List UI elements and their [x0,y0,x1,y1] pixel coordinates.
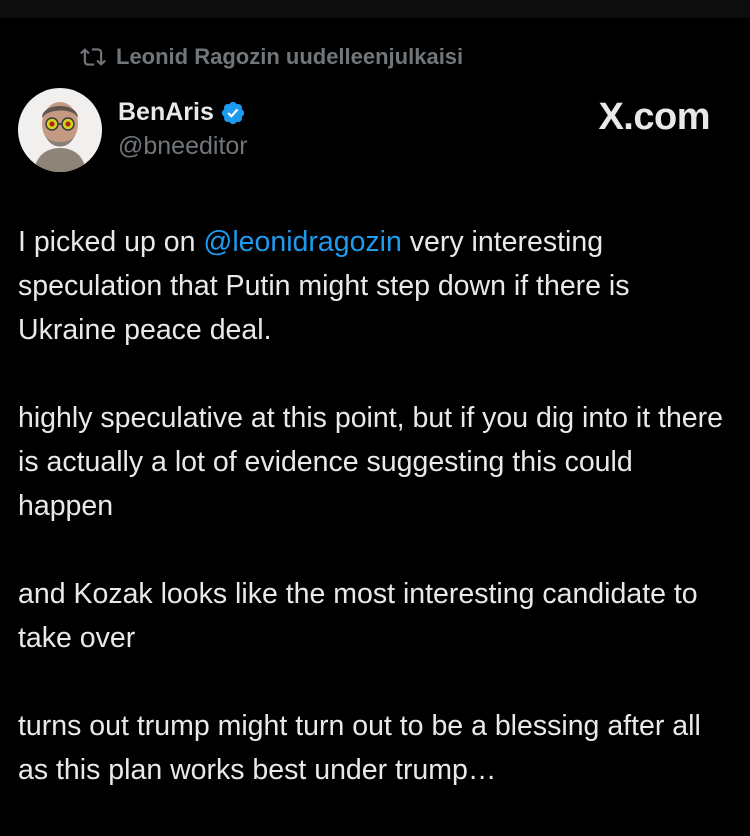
verified-badge-icon [221,101,244,124]
tweet-p1-before: I picked up on [18,226,204,258]
mention-link[interactable]: @leonidragozin [203,226,401,258]
x-com-logo: X.com [598,96,710,138]
author-name-row[interactable]: BenAris [118,98,246,127]
author-handle[interactable]: @bneeditor [118,132,248,161]
tweet-paragraph-4: turns out trump might turn out to be a b… [18,710,701,786]
profile-avatar-icon [18,88,102,172]
top-bar [0,0,750,18]
tweet-paragraph-2: highly speculative at this point, but if… [18,402,723,522]
author-name[interactable]: BenAris [118,98,214,127]
avatar[interactable] [18,88,102,172]
tweet-text: I picked up on @leonidragozin very inter… [18,220,733,836]
repost-icon [80,48,106,66]
repost-label: Leonid Ragozin uudelleenjulkaisi [116,44,464,69]
tweet-paragraph-1: I picked up on @leonidragozin very inter… [18,220,733,352]
repost-indicator[interactable]: Leonid Ragozin uudelleenjulkaisi [80,44,463,70]
tweet-paragraph-3: and Kozak looks like the most interestin… [18,578,698,654]
